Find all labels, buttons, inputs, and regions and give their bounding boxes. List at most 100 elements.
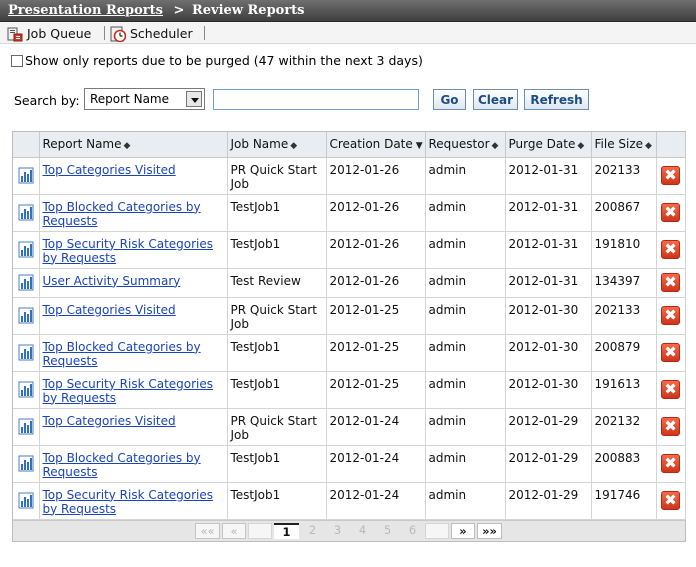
- breadcrumb-presentation-reports-link[interactable]: Presentation Reports: [8, 3, 163, 18]
- delete-x-icon[interactable]: ✖: [661, 166, 680, 185]
- column-header-report-name[interactable]: Report Name ◆: [39, 132, 228, 158]
- table-row[interactable]: User Activity Summary Test Review 2012-01-…: [13, 268, 686, 298]
- page-number[interactable]: 5: [375, 523, 400, 539]
- page-number[interactable]: 3: [325, 523, 350, 539]
- table-row[interactable]: Top Security Risk Categories by Requests…: [13, 482, 686, 520]
- purge-date-cell: 2012-01-29: [505, 482, 592, 520]
- delete-cell: ✖: [656, 371, 686, 409]
- delete-x-icon[interactable]: ✖: [661, 203, 680, 222]
- column-header-purge-date[interactable]: Purge Date ◆: [505, 132, 592, 158]
- creation-date-cell: 2012-01-26: [326, 157, 426, 195]
- requestor-cell: admin: [425, 297, 506, 335]
- column-header-creation-date[interactable]: Creation Date ▼: [326, 132, 426, 158]
- delete-cell: ✖: [656, 268, 686, 298]
- requestor-cell: admin: [425, 231, 506, 269]
- next-page-button[interactable]: »: [451, 522, 475, 539]
- file-size-cell: 191746: [591, 482, 657, 520]
- clear-button[interactable]: Clear: [473, 89, 518, 110]
- delete-x-icon[interactable]: ✖: [661, 380, 680, 399]
- search-field-select[interactable]: Report Name: [84, 88, 205, 110]
- creation-date-cell: 2012-01-25: [326, 334, 426, 372]
- report-icon-cell: [13, 482, 40, 520]
- table-row[interactable]: Top Categories Visited PR Quick Start Job…: [13, 297, 686, 335]
- search-input[interactable]: [213, 89, 419, 110]
- delete-cell: ✖: [656, 231, 686, 269]
- bar-chart-report-icon: [18, 381, 34, 398]
- purge-filter-checkbox[interactable]: [11, 54, 23, 67]
- report-name-cell: Top Categories Visited: [39, 408, 228, 446]
- requestor-cell: admin: [425, 482, 506, 520]
- last-page-button[interactable]: »»: [477, 522, 502, 539]
- sort-icon: ◆: [577, 141, 585, 152]
- report-link[interactable]: Top Categories Visited: [43, 414, 176, 428]
- table-header-row: Report Name ◆ Job Name ◆ Creation Date ▼ Re…: [13, 132, 686, 158]
- delete-x-icon[interactable]: ✖: [661, 343, 680, 362]
- delete-cell: ✖: [656, 408, 686, 446]
- purge-date-cell: 2012-01-29: [505, 408, 592, 446]
- previous-page-button[interactable]: «: [222, 522, 246, 539]
- table-body: Top Categories Visited PR Quick Start Job…: [13, 157, 686, 520]
- report-link[interactable]: User Activity Summary: [43, 274, 181, 288]
- page-number[interactable]: 2: [300, 523, 325, 539]
- table-row[interactable]: Top Categories Visited PR Quick Start Job…: [13, 408, 686, 446]
- refresh-button[interactable]: Refresh: [524, 89, 589, 110]
- pager-spacer: [425, 522, 449, 539]
- report-link[interactable]: Top Blocked Categories by Requests: [43, 451, 201, 479]
- report-icon-cell: [13, 194, 40, 232]
- table-row[interactable]: Top Categories Visited PR Quick Start Job…: [13, 157, 686, 195]
- report-link[interactable]: Top Security Risk Categories by Requests: [43, 377, 214, 405]
- go-button[interactable]: Go: [433, 89, 466, 110]
- table-row[interactable]: Top Security Risk Categories by Requests…: [13, 371, 686, 409]
- job-queue-button[interactable]: Job Queue: [7, 25, 91, 42]
- requestor-cell: admin: [425, 371, 506, 409]
- bar-chart-report-icon: [18, 274, 34, 291]
- page-number-current[interactable]: 1: [274, 522, 299, 539]
- creation-date-cell: 2012-01-25: [326, 371, 426, 409]
- delete-x-icon[interactable]: ✖: [661, 491, 680, 510]
- delete-x-icon[interactable]: ✖: [661, 240, 680, 259]
- table-row[interactable]: Top Blocked Categories by Requests TestJo…: [13, 445, 686, 483]
- purge-date-cell: 2012-01-29: [505, 445, 592, 483]
- job-queue-icon: [7, 26, 23, 42]
- chevron-down-icon[interactable]: [186, 91, 202, 107]
- report-icon-cell: [13, 297, 40, 335]
- report-link[interactable]: Top Blocked Categories by Requests: [43, 200, 201, 228]
- report-link[interactable]: Top Security Risk Categories by Requests: [43, 237, 214, 265]
- table-row[interactable]: Top Blocked Categories by Requests TestJo…: [13, 194, 686, 232]
- delete-x-icon[interactable]: ✖: [661, 417, 680, 436]
- page-number[interactable]: 4: [350, 523, 375, 539]
- file-size-cell: 191810: [591, 231, 657, 269]
- scheduler-clock-icon: [110, 26, 127, 42]
- sort-icon: ◆: [290, 141, 298, 152]
- report-name-cell: User Activity Summary: [39, 268, 228, 298]
- column-header-file-size[interactable]: File Size ◆: [591, 132, 657, 158]
- toolbar: Job Queue Scheduler: [0, 22, 696, 44]
- report-icon-cell: [13, 334, 40, 372]
- creation-date-cell: 2012-01-24: [326, 482, 426, 520]
- bar-chart-report-icon: [18, 492, 34, 509]
- report-link[interactable]: Top Security Risk Categories by Requests: [43, 488, 214, 516]
- first-page-button[interactable]: ««: [195, 522, 220, 539]
- job-name-cell: Test Review: [227, 268, 327, 298]
- table-row[interactable]: Top Security Risk Categories by Requests…: [13, 231, 686, 269]
- delete-x-icon[interactable]: ✖: [661, 306, 680, 325]
- sort-icon: ◆: [123, 141, 131, 152]
- requestor-cell: admin: [425, 408, 506, 446]
- report-link[interactable]: Top Categories Visited: [43, 303, 176, 317]
- file-size-cell: 202133: [591, 157, 657, 195]
- requestor-cell: admin: [425, 268, 506, 298]
- pager-spacer: [248, 522, 272, 539]
- delete-x-icon[interactable]: ✖: [661, 454, 680, 473]
- column-header-requestor[interactable]: Requestor ◆: [425, 132, 506, 158]
- scheduler-button[interactable]: Scheduler: [110, 25, 193, 42]
- purge-date-cell: 2012-01-31: [505, 268, 592, 298]
- pagination: «« « 1 2 3 4 5 6 » »»: [13, 519, 685, 541]
- page-number[interactable]: 6: [400, 523, 425, 539]
- column-header-job-name[interactable]: Job Name ◆: [227, 132, 327, 158]
- delete-x-icon[interactable]: ✖: [661, 273, 680, 292]
- bar-chart-report-icon: [18, 241, 34, 258]
- report-link[interactable]: Top Blocked Categories by Requests: [43, 340, 201, 368]
- job-name-cell: TestJob1: [227, 334, 327, 372]
- report-link[interactable]: Top Categories Visited: [43, 163, 176, 177]
- table-row[interactable]: Top Blocked Categories by Requests TestJo…: [13, 334, 686, 372]
